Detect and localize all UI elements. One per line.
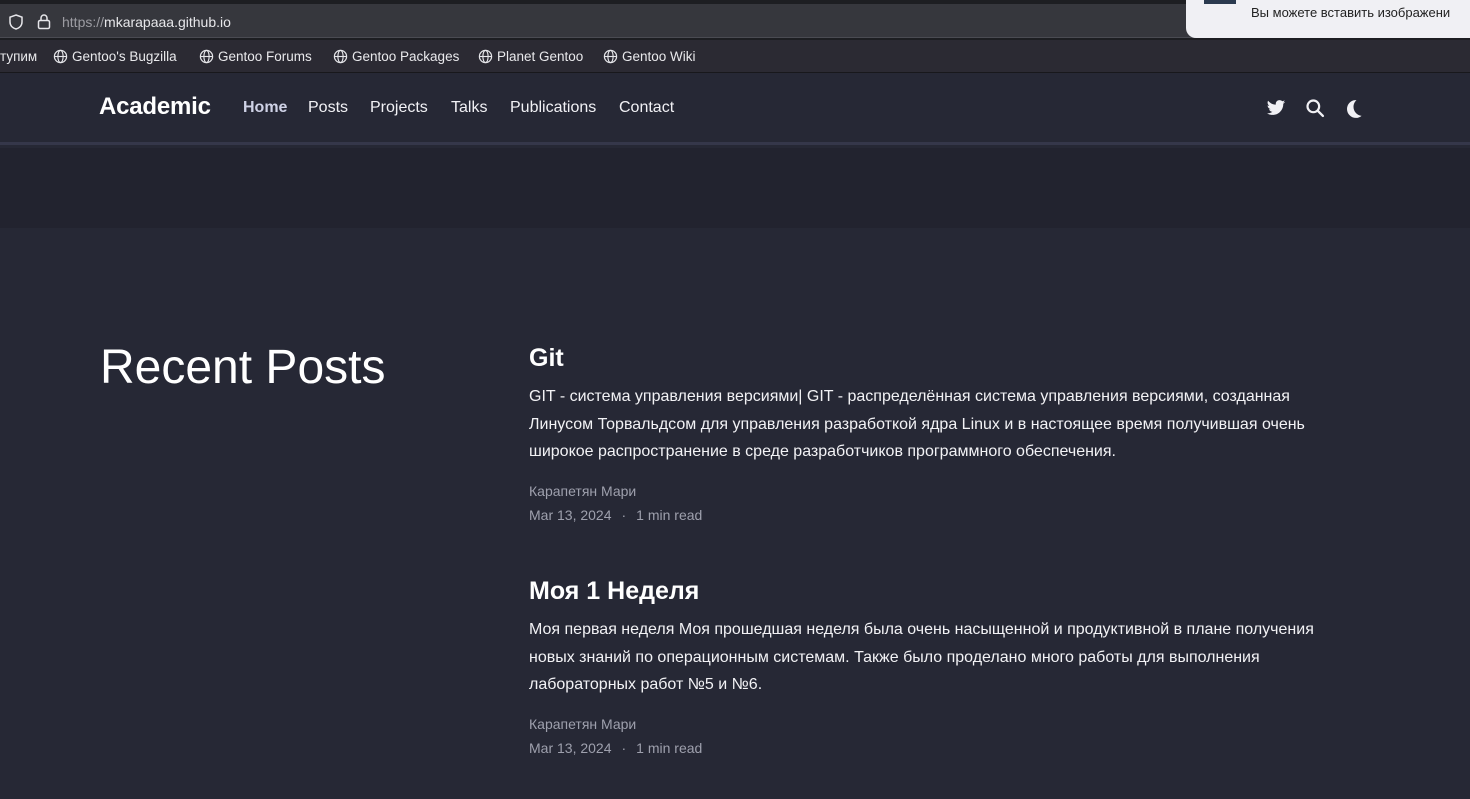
meta-separator: ·: [621, 739, 627, 756]
section-title: Recent Posts: [100, 341, 386, 394]
bookmark-label: тупим: [0, 49, 38, 64]
nav-talks[interactable]: Talks: [451, 99, 487, 117]
post-card: Git GIT - система управления версиями| G…: [529, 344, 1349, 523]
post-author[interactable]: Карапетян Мари: [529, 716, 1349, 732]
notification-popup[interactable]: Вы можете вставить изображени: [1186, 0, 1470, 38]
nav-publications[interactable]: Publications: [510, 99, 596, 117]
post-meta: Mar 13, 2024 · 1 min read: [529, 507, 1349, 523]
bookmark-item-wiki[interactable]: Gentoo Wiki: [603, 49, 696, 64]
post-read-time: 1 min read: [636, 739, 703, 756]
shield-icon[interactable]: [9, 14, 23, 30]
twitter-icon[interactable]: [1266, 98, 1286, 118]
url-text[interactable]: https://mkarapaaa.github.io: [62, 14, 231, 30]
address-bar[interactable]: https://mkarapaaa.github.io: [0, 4, 1200, 38]
post-title[interactable]: Git: [529, 344, 1349, 373]
post-date: Mar 13, 2024: [529, 739, 612, 756]
notification-text: Вы можете вставить изображени: [1251, 5, 1451, 20]
post-meta: Mar 13, 2024 · 1 min read: [529, 740, 1349, 756]
bookmark-label: Gentoo Wiki: [622, 49, 696, 64]
bookmark-label: Gentoo Forums: [218, 49, 312, 64]
browser-toolbar: https://mkarapaaa.github.io Вы можете вс…: [0, 0, 1470, 40]
search-icon[interactable]: [1305, 98, 1325, 118]
bookmark-item-packages[interactable]: Gentoo Packages: [333, 49, 459, 64]
globe-icon: [603, 49, 618, 64]
post-date: Mar 13, 2024: [529, 506, 612, 523]
globe-icon: [478, 49, 493, 64]
bookmarks-toolbar: тупим Gentoo's Bugzilla Gentoo Forums Ge…: [0, 40, 1470, 73]
moon-icon[interactable]: [1343, 98, 1363, 118]
nav-projects[interactable]: Projects: [370, 99, 428, 117]
lock-icon[interactable]: [37, 13, 51, 30]
nav-home[interactable]: Home: [243, 99, 287, 117]
nav-posts[interactable]: Posts: [308, 99, 348, 117]
bookmark-item-planet[interactable]: Planet Gentoo: [478, 49, 583, 64]
bookmark-label: Gentoo's Bugzilla: [72, 49, 177, 64]
globe-icon: [199, 49, 214, 64]
bookmark-item[interactable]: тупим: [0, 49, 37, 64]
url-host: mkarapaaa.github.io: [104, 14, 231, 30]
bookmark-item-forums[interactable]: Gentoo Forums: [199, 49, 312, 64]
post-card: Моя 1 Неделя Моя первая неделя Моя проше…: [529, 577, 1349, 756]
meta-separator: ·: [621, 506, 627, 523]
url-protocol: https://: [62, 14, 105, 30]
nav-contact[interactable]: Contact: [619, 99, 674, 117]
post-summary: GIT - система управления версиями| GIT -…: [529, 388, 1305, 460]
bookmark-item-bugzilla[interactable]: Gentoo's Bugzilla: [53, 49, 177, 64]
post-read-time: 1 min read: [636, 506, 703, 523]
site-navbar: Academic Home Posts Projects Talks Publi…: [0, 73, 1470, 145]
globe-icon: [53, 49, 68, 64]
bookmark-label: Planet Gentoo: [497, 49, 584, 64]
post-title[interactable]: Моя 1 Неделя: [529, 577, 1349, 606]
globe-icon: [333, 49, 348, 64]
post-summary: Моя первая неделя Моя прошедшая неделя б…: [529, 621, 1314, 693]
site-brand[interactable]: Academic: [99, 93, 211, 121]
bookmark-label: Gentoo Packages: [352, 49, 460, 64]
post-author[interactable]: Карапетян Мари: [529, 483, 1349, 499]
hero-band: [0, 148, 1470, 228]
notification-thumbnail: [1204, 0, 1236, 4]
